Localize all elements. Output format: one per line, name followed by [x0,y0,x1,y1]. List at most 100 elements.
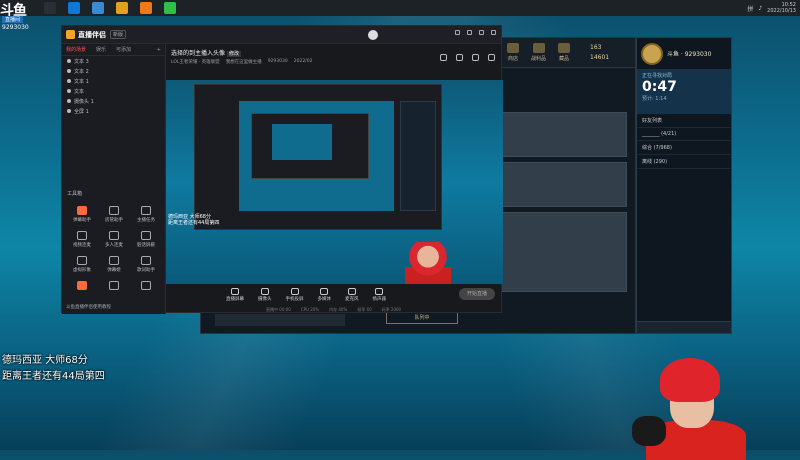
window-controls [455,30,496,35]
maximize-icon[interactable] [479,30,484,35]
filter-icon [141,231,151,240]
mic-icon [347,288,356,295]
tutorial-tip[interactable]: 斗鱼直播伴侣使用教程 [66,304,111,310]
tab-my-scenes[interactable]: 我的场景 [66,46,86,53]
profile-name: 斗鱼 · 9293030 [667,51,712,58]
extra-icon [77,281,87,290]
toolbox-grid: 弹幕助手 房管助手 主播任务 视频连麦 多人连麦 脏话屏蔽 虚拟形象 弹幕姬 歌… [66,206,162,292]
visible-icon[interactable] [67,109,71,113]
minimize-icon[interactable] [467,30,472,35]
tool-barrage[interactable]: 弹幕助手 [66,206,98,223]
extra-icon [141,281,151,290]
game-card[interactable] [501,162,627,207]
shop-icon[interactable] [456,54,463,61]
loot-icon [532,43,545,53]
add-scene-icon[interactable]: + [157,47,161,53]
streamer-app-window: 直播伴侣 新版 我的场景 娱乐 可添加 + 文本 3 文本 2 文本 1 文本 … [61,25,503,314]
barrage-icon [77,206,87,215]
nav-store[interactable]: 商店 [507,43,519,62]
tool-barrage-girl[interactable]: 弹幕姬 [98,256,130,273]
settings-icon[interactable] [455,30,460,35]
friend-group[interactable]: _______ (4/21) [637,128,731,141]
ime-indicator[interactable]: 拼 [747,4,753,13]
friends-header: 好友列表 [637,114,731,128]
taskbar: 拼 ♪ 10:52 2022/10/13 [0,0,800,16]
facecam-preview [405,242,451,284]
visible-icon[interactable] [67,99,71,103]
scene-item[interactable]: 文本 2 [62,66,165,76]
game-card[interactable] [501,112,627,157]
bell-icon[interactable] [472,54,479,61]
start-icon[interactable] [44,2,56,14]
tool-filter[interactable]: 脏话屏蔽 [130,231,162,248]
tool-video-link[interactable]: 视频连麦 [66,231,98,248]
user-avatar[interactable] [368,30,378,40]
queue-timer-box: 正在寻找对局 0:47 预计: 1:14 [637,70,731,114]
toolbox-header: 工具箱 [67,191,83,197]
system-tray: 拼 ♪ 10:52 2022/10/13 [747,0,796,16]
screen-capture-button[interactable]: 直播屏幕 [226,288,244,302]
tab-entertainment[interactable]: 娱乐 [96,46,106,53]
scene-item[interactable]: 摄像头 1 [62,96,165,106]
file-explorer-icon[interactable] [116,2,128,14]
stream-preview[interactable]: 德玛西亚 大师68分 距离王者还有44局第四 [166,80,503,284]
share-icon[interactable] [488,54,495,61]
speaker-button[interactable]: 扬声器 [373,288,386,302]
volume-icon[interactable]: ♪ [758,5,762,12]
phone-cast-button[interactable]: 手机投屏 [286,288,304,302]
scene-item[interactable]: 文本 [62,86,165,96]
tool-multi-link[interactable]: 多人连麦 [98,231,130,248]
media-icon [320,288,329,295]
mic-button[interactable]: 麦克风 [345,288,359,302]
wechat-icon[interactable] [164,2,176,14]
overlay-caption-1: 德玛西亚 大师68分 [2,355,88,366]
collection-icon [558,43,571,53]
multi-link-icon [109,231,119,240]
scene-tabs: 我的场景 娱乐 可添加 + [62,44,165,56]
app-logo-icon [66,30,75,39]
edge-icon[interactable] [68,2,80,14]
visible-icon[interactable] [67,79,71,83]
nav-loot[interactable]: 战利品 [531,43,546,62]
tool-lyrics[interactable]: 歌词助手 [130,256,162,273]
scene-item[interactable]: 文本 1 [62,76,165,86]
visible-icon[interactable] [67,69,71,73]
tab-addable[interactable]: 可添加 [116,46,131,53]
tool-avatar[interactable]: 虚拟形象 [66,256,98,273]
status-bar: 直播中 00:00 CPU 20% 内存 40% 帧率 60 码率 2000 [266,306,402,313]
title-tag[interactable]: 修改 [226,51,241,57]
tool-tasks[interactable]: 主播任务 [130,206,162,223]
visible-icon[interactable] [67,89,71,93]
camera-button[interactable]: 摄像头 [258,288,272,302]
avatar[interactable] [641,42,663,65]
nested-app-capture [194,84,442,230]
queue-timer: 0:47 [642,79,677,95]
app-icon[interactable] [92,2,104,14]
tool-extra[interactable] [98,281,130,292]
game-card[interactable] [501,212,627,292]
tool-room-admin[interactable]: 房管助手 [98,206,130,223]
nav-collection[interactable]: 藏品 [558,43,571,62]
scene-item[interactable]: 全屏 1 [62,106,165,116]
preview-caption: 德玛西亚 大师68分 距离王者还有44局第四 [168,214,220,226]
media-button[interactable]: 多媒体 [318,288,331,302]
version-badge[interactable]: 新版 [110,30,127,39]
gift-icon[interactable] [440,54,447,61]
app-titlebar: 直播伴侣 新版 [62,26,501,44]
start-live-button[interactable]: 开始直播 [459,288,495,300]
close-icon[interactable] [491,30,496,35]
streamer-app-icon[interactable] [140,2,152,14]
clock[interactable]: 10:52 2022/10/13 [767,2,796,14]
app-name: 直播伴侣 [78,30,106,39]
room-id: 9293030 [2,24,29,31]
friend-group[interactable]: 离线 (290) [637,155,731,169]
friends-toolbar[interactable] [637,321,731,333]
overlay-caption-2: 距离王者还有44局第四 [2,371,105,382]
scene-item[interactable]: 文本 3 [62,56,165,66]
tool-extra[interactable] [66,281,98,292]
visible-icon[interactable] [67,59,71,63]
tool-extra[interactable] [130,281,162,292]
admin-icon [109,206,119,215]
chat-bar[interactable] [215,314,345,326]
friend-group[interactable]: 综合 (7/968) [637,141,731,155]
